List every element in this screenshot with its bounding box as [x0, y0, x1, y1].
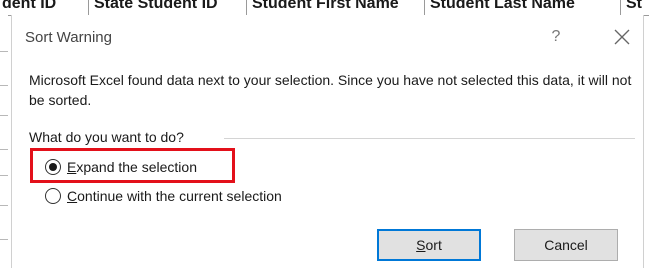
- spreadsheet-column-headers: dent ID State Student ID Student First N…: [0, 0, 649, 16]
- warning-message: Microsoft Excel found data next to your …: [29, 72, 632, 108]
- dialog-title: Sort Warning: [25, 29, 112, 46]
- label-text: xpand the selection: [76, 159, 197, 175]
- cancel-button[interactable]: Cancel: [514, 229, 618, 261]
- access-key: S: [416, 237, 426, 253]
- group-divider: [224, 138, 635, 139]
- close-button[interactable]: [610, 25, 634, 49]
- column-header-partial[interactable]: St: [620, 0, 649, 15]
- column-header-student-last-name[interactable]: Student Last Name: [424, 0, 620, 15]
- column-header-state-student-id[interactable]: State Student ID: [88, 0, 246, 15]
- column-header-student-id[interactable]: dent ID: [0, 0, 88, 15]
- gridline: [0, 205, 8, 206]
- gridline: [0, 85, 8, 86]
- option-group-label: What do you want to do?: [29, 129, 188, 145]
- radio-button-checked[interactable]: [45, 159, 61, 175]
- radio-continue-current-selection[interactable]: Continue with the current selection: [45, 185, 282, 207]
- column-header-student-first-name[interactable]: Student First Name: [246, 0, 424, 15]
- access-key: C: [67, 188, 78, 204]
- access-key: E: [67, 159, 77, 175]
- gridline: [0, 175, 8, 176]
- screenshot: dent ID State Student ID Student First N…: [0, 0, 649, 268]
- help-button[interactable]: ?: [545, 25, 567, 49]
- dialog-title-bar[interactable]: Sort Warning ?: [12, 15, 643, 61]
- gridline: [0, 115, 8, 116]
- gridline: [0, 51, 8, 52]
- close-icon: [614, 29, 630, 45]
- sort-button[interactable]: Sort: [377, 229, 481, 261]
- radio-label-expand: Expand the selection: [67, 159, 197, 175]
- sort-warning-dialog: Sort Warning ? Microsoft Excel found dat…: [11, 15, 644, 268]
- radio-expand-selection[interactable]: Expand the selection: [45, 156, 197, 178]
- gridline: [0, 239, 8, 240]
- spreadsheet-left-gridlines: [0, 15, 8, 268]
- gridline: [0, 149, 8, 150]
- label-text: ontinue with the current selection: [77, 188, 282, 204]
- radio-button-unchecked[interactable]: [45, 188, 61, 204]
- sort-label: ort: [425, 237, 442, 253]
- radio-label-continue: Continue with the current selection: [67, 188, 282, 204]
